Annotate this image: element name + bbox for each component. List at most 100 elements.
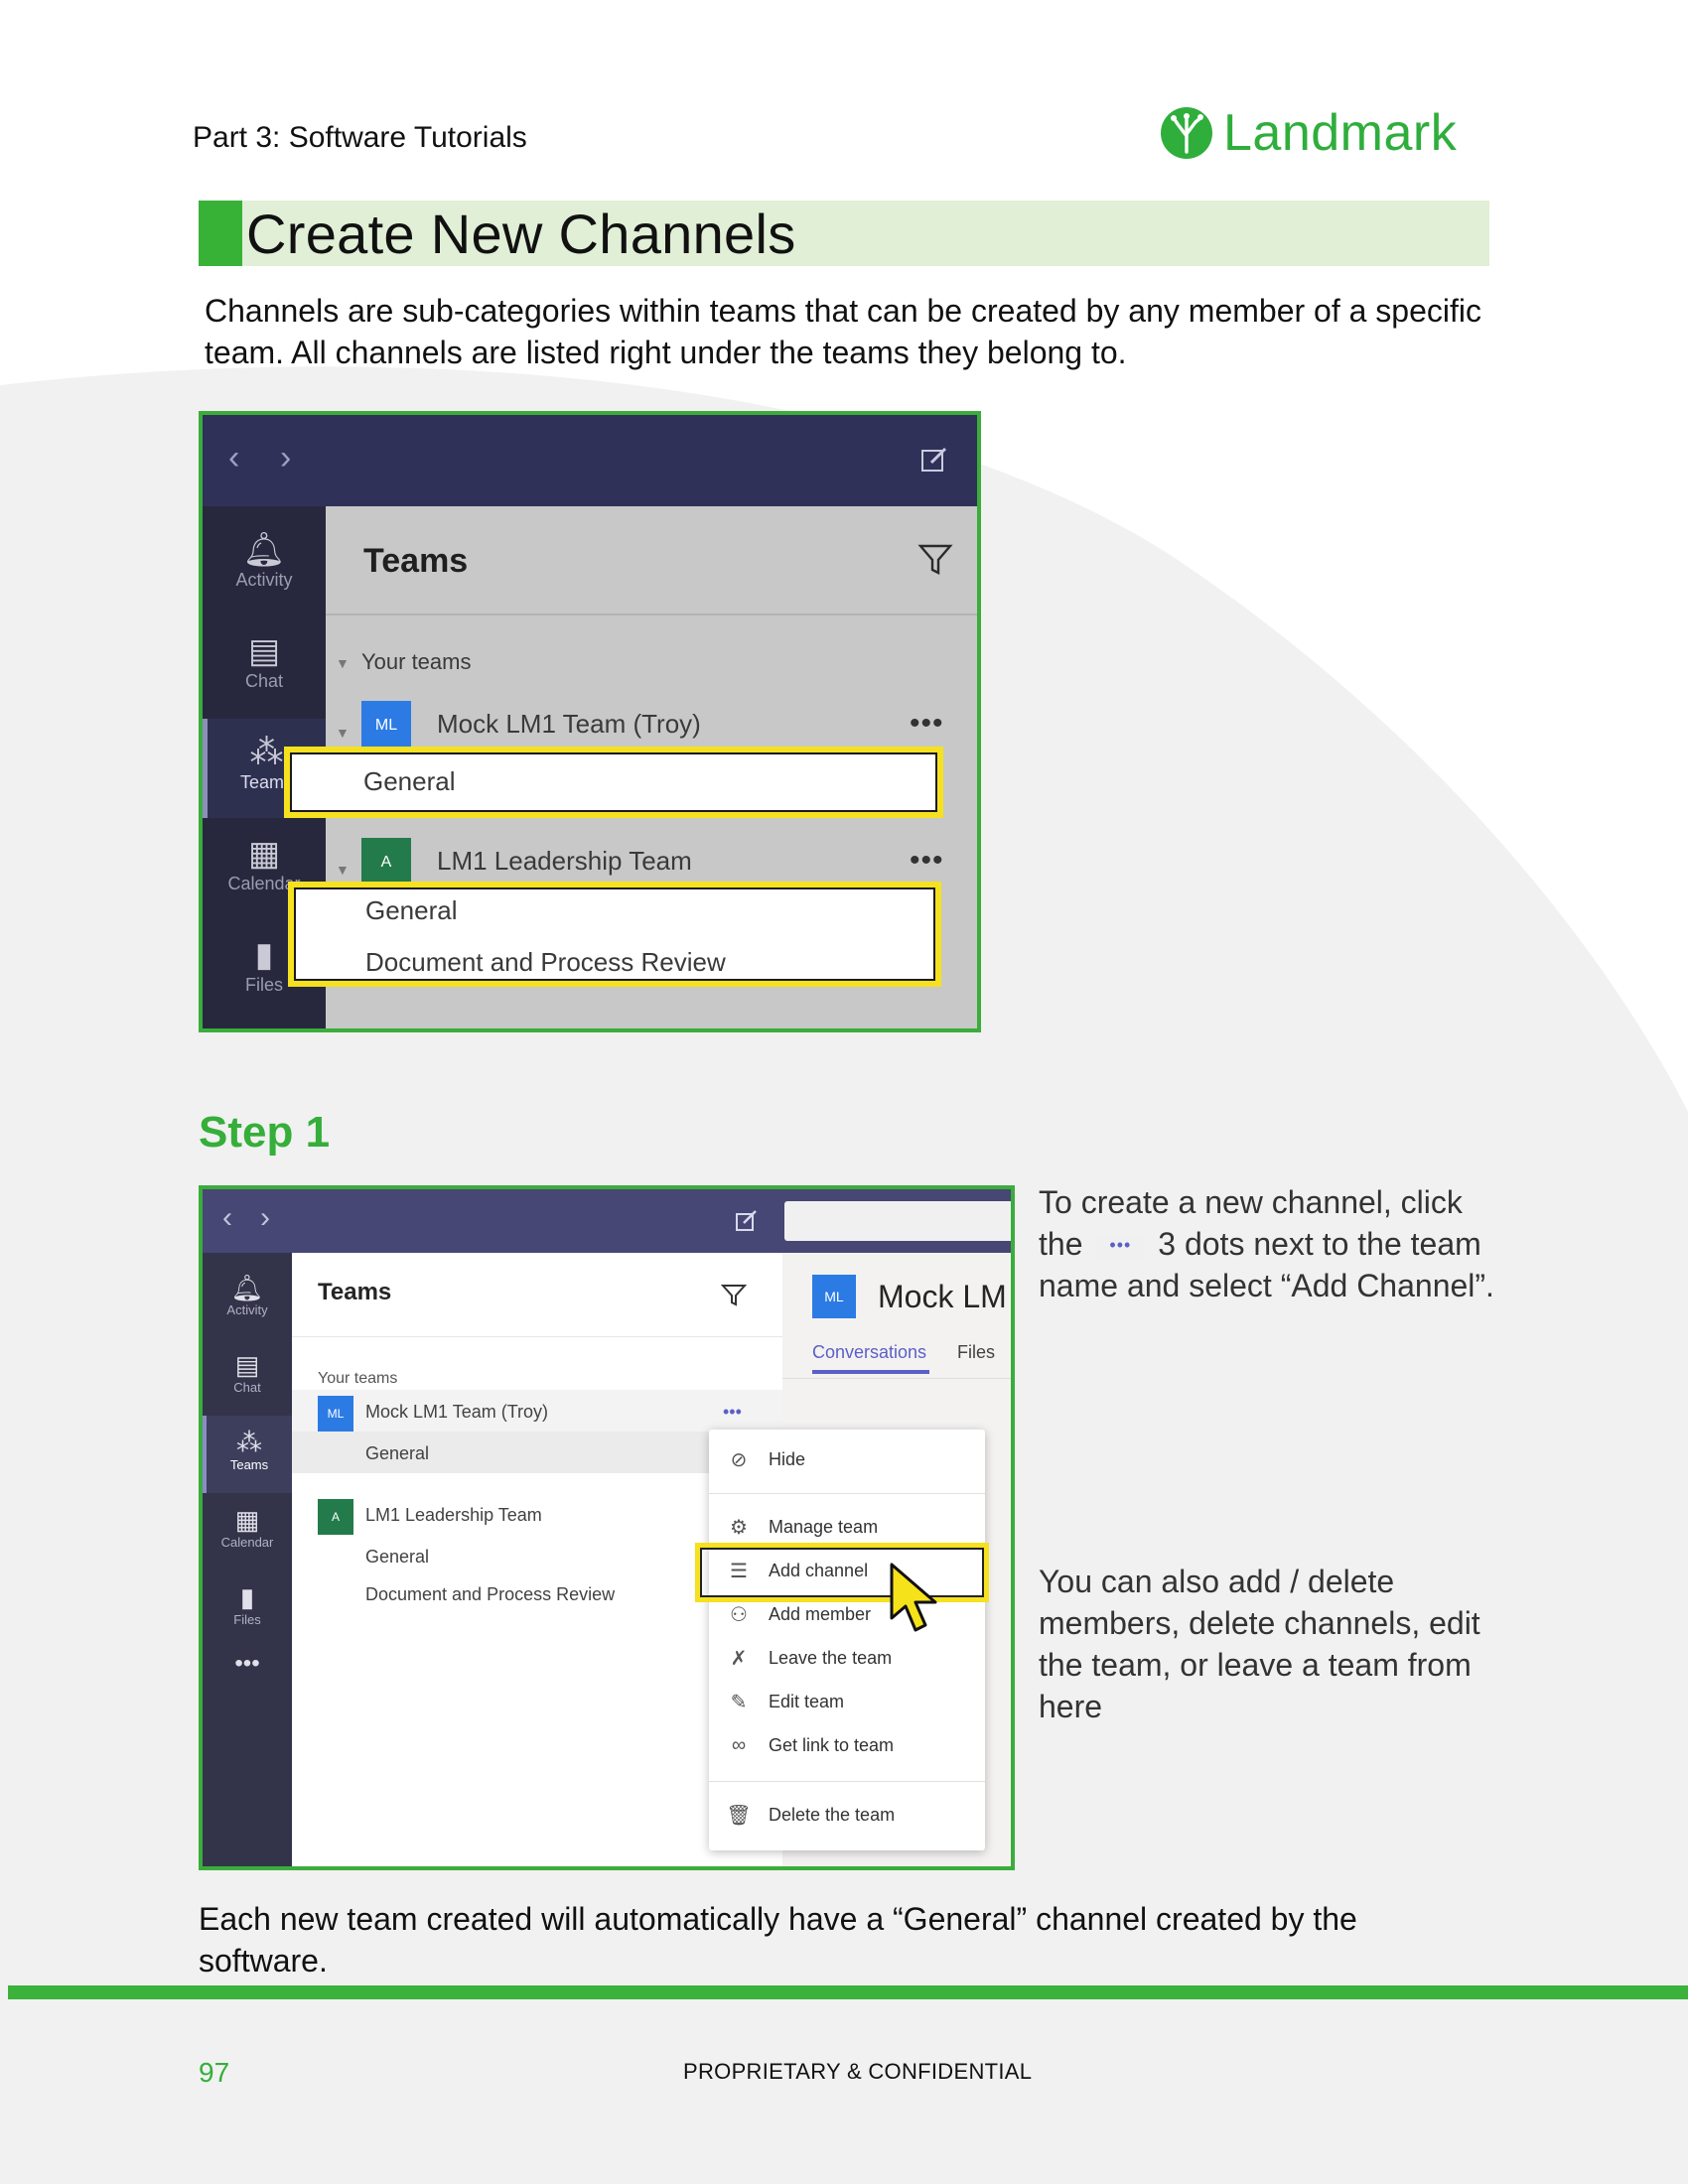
tree-icon — [1161, 107, 1212, 159]
teams-icon: ⁂ — [236, 1428, 262, 1457]
titlebar: ‹ › — [203, 1189, 1011, 1253]
rail-files: ▮ Files — [203, 1570, 292, 1648]
rail-label: Activity — [235, 570, 293, 590]
rail-label: Chat — [244, 671, 284, 691]
rail-activity: 🔔︎ Activity — [203, 516, 326, 615]
menu-item-label: Add member — [769, 1603, 872, 1624]
tab-files: Files — [957, 1342, 996, 1362]
teams-screenshot-channels: ‹ › 🔔︎ Activity ▤ Chat ⁂ Teams ▦ Calendar ▮ F… — [199, 411, 981, 1032]
gear-icon: ⚙ — [730, 1516, 748, 1539]
pencil-icon: ✎ — [730, 1691, 748, 1713]
filter-icon — [917, 544, 953, 575]
logo-text: Landmark — [1223, 104, 1458, 162]
more-options-icon: ••• — [910, 844, 944, 877]
team-options-menu: ⊘ Hide ⚙ Manage team ☰ Add channel ⚇ Add mem… — [709, 1430, 985, 1850]
general-channel-note: Each new team created will automatically… — [199, 1901, 1357, 1979]
menu-leave-team[interactable]: ✗ Leave the team — [709, 1638, 985, 1678]
chat-icon: ▤ — [234, 1350, 260, 1380]
menu-edit-team[interactable]: ✎ Edit team — [709, 1682, 985, 1721]
landmark-logo: Landmark — [1160, 103, 1457, 163]
rail-chat: ▤ Chat — [203, 617, 326, 717]
page-title: Create New Channels — [246, 202, 796, 265]
channel-title: Mock LM — [878, 1279, 1007, 1314]
titlebar: ‹ › — [203, 415, 977, 506]
trash-icon: 🗑︎ — [726, 1804, 752, 1827]
pointer-cursor-icon — [890, 1563, 937, 1632]
rail-label: Calendar — [220, 1535, 274, 1550]
team-name: Mock LM1 Team (Troy) — [365, 1402, 549, 1422]
team-avatar: ML — [361, 701, 411, 751]
section-label: Part 3: Software Tutorials — [193, 121, 527, 154]
filter-icon — [721, 1285, 747, 1306]
app-rail: 🔔︎ Activity ▤ Chat ⁂ Teams ▦ Calendar ▮ Files… — [203, 1253, 292, 1866]
team-name: Mock LM1 Team (Troy) — [437, 709, 701, 739]
tab-conversations: Conversations — [812, 1342, 927, 1362]
caret-icon: ▼ — [336, 725, 350, 741]
channel-item: General — [363, 766, 456, 796]
rail-label: Activity — [226, 1302, 268, 1317]
add-user-icon: ⚇ — [730, 1603, 748, 1626]
forward-icon: › — [260, 1201, 270, 1234]
channel-item: General — [365, 895, 458, 925]
more-options-icon: ••• — [910, 707, 944, 740]
caret-icon: ▼ — [336, 655, 350, 671]
back-icon: ‹ — [228, 439, 240, 477]
search-bar — [784, 1201, 1011, 1241]
team-name: LM1 Leadership Team — [437, 846, 692, 876]
menu-item-label: Manage team — [769, 1516, 879, 1537]
menu-delete-team[interactable]: 🗑︎ Delete the team — [709, 1795, 985, 1835]
active-tab-indicator — [812, 1370, 929, 1374]
team-avatar: A — [318, 1499, 353, 1535]
instruction-text: To create a new channel, click the ••• 3… — [1039, 1181, 1495, 1306]
title-band: Create New Channels — [199, 201, 1489, 266]
teams-heading: Teams — [363, 542, 469, 580]
intro-paragraph: Channels are sub-categories within teams… — [205, 293, 1481, 370]
rail-calendar: ▦ Calendar — [203, 1493, 292, 1570]
menu-get-link[interactable]: ∞ Get link to team — [709, 1725, 985, 1765]
teams-screenshot-menu: ‹ › 🔔︎ Activity ▤ Chat ⁂ Teams ▦ Calendar ▮ F… — [199, 1185, 1015, 1870]
back-icon: ‹ — [222, 1201, 232, 1234]
confidential-notice: PROPRIETARY & CONFIDENTIAL — [683, 2059, 1033, 2084]
chat-icon: ▤ — [247, 632, 281, 670]
menu-item-label: Delete the team — [769, 1804, 896, 1825]
more-options-icon: ••• — [1097, 1233, 1144, 1260]
highlight-channels-2: General Document and Process Review — [288, 882, 941, 987]
menu-item-label: Hide — [769, 1448, 806, 1469]
rail-teams: ⁂ Teams — [203, 1416, 292, 1493]
menu-manage-team[interactable]: ⚙ Manage team — [709, 1507, 985, 1547]
rail-activity: 🔔︎ Activity — [203, 1261, 292, 1338]
calendar-icon: ▦ — [247, 835, 281, 873]
channel-item: General — [365, 1547, 430, 1567]
menu-hide[interactable]: ⊘ Hide — [709, 1439, 985, 1479]
teams-heading: Teams — [318, 1279, 392, 1305]
link-icon: ∞ — [731, 1733, 747, 1756]
divider — [782, 1378, 1011, 1379]
rail-label: Teams — [229, 1457, 269, 1472]
step-heading: Step 1 — [199, 1108, 331, 1157]
calendar-icon: ▦ — [234, 1505, 260, 1535]
options-note: You can also add / delete members, delet… — [1039, 1564, 1480, 1724]
divider — [292, 1336, 782, 1337]
your-teams-label: Your teams — [318, 1370, 398, 1387]
leave-icon: ✗ — [730, 1647, 748, 1670]
caret-icon: ▼ — [336, 862, 350, 878]
rail-label: Files — [244, 975, 283, 995]
menu-item-label: Leave the team — [769, 1647, 893, 1668]
menu-divider — [709, 1781, 985, 1782]
rail-label: Files — [233, 1612, 261, 1627]
menu-item-label: Edit team — [769, 1691, 845, 1711]
team-avatar: ML — [318, 1396, 353, 1432]
more-apps-icon: ••• — [234, 1650, 260, 1677]
highlight-general-1: General — [284, 747, 943, 818]
team-avatar: A — [361, 838, 411, 887]
more-options-icon: ••• — [723, 1402, 742, 1422]
bell-icon: 🔔︎ — [242, 531, 286, 569]
team-avatar: ML — [812, 1275, 856, 1318]
rail-label: Chat — [233, 1380, 261, 1395]
rail-chat: ▤ Chat — [203, 1338, 292, 1416]
compose-icon — [921, 447, 947, 472]
file-icon: ▮ — [239, 1582, 255, 1612]
title-accent — [199, 201, 242, 266]
channel-item: Document and Process Review — [365, 1584, 616, 1604]
menu-divider — [709, 1493, 985, 1494]
